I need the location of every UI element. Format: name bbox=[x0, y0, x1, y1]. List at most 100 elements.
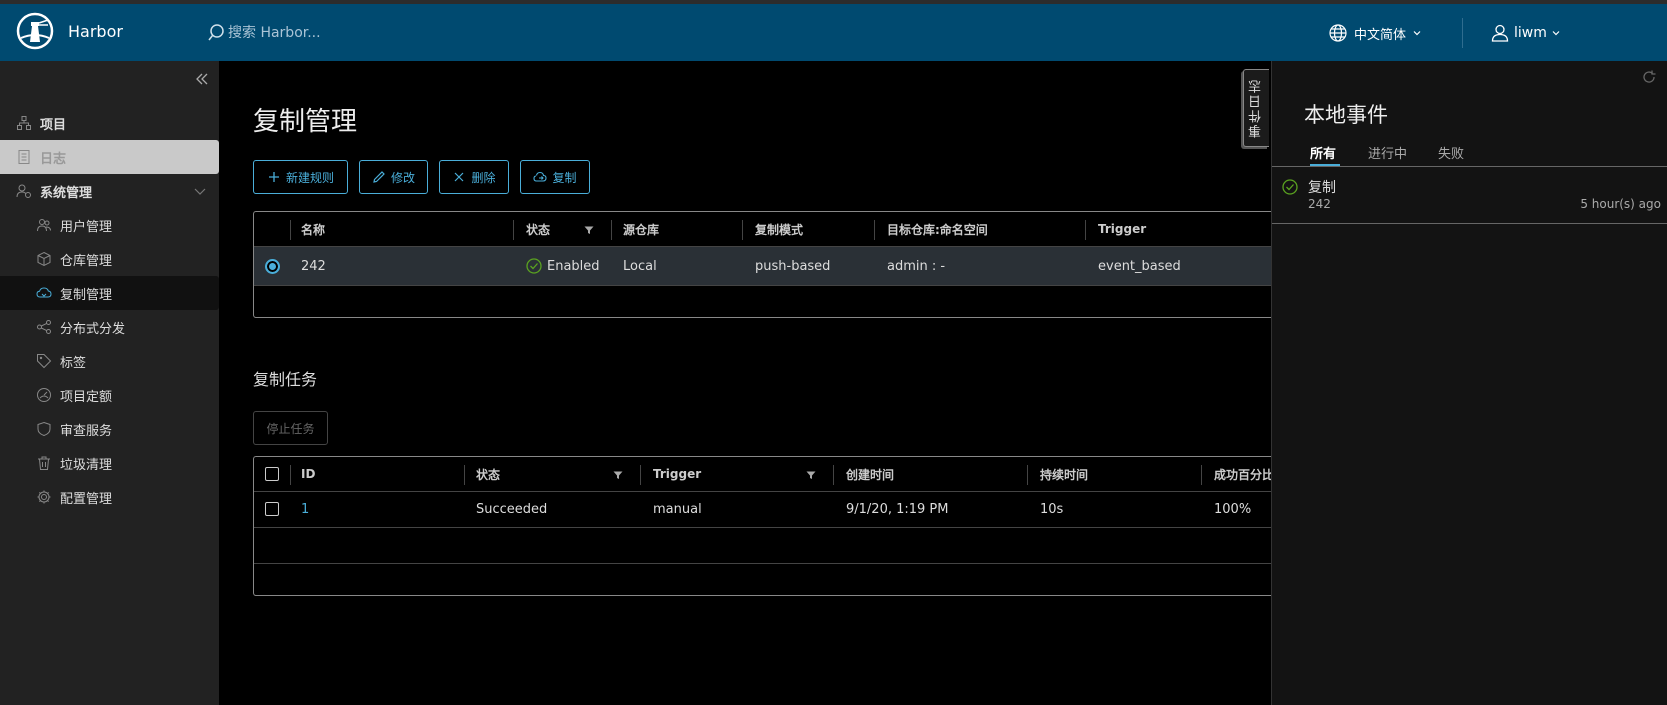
column-trigger[interactable]: Trigger bbox=[653, 457, 701, 491]
refresh-icon[interactable] bbox=[1641, 69, 1657, 85]
column-separator bbox=[742, 220, 743, 240]
close-icon bbox=[455, 172, 464, 182]
task-trigger: manual bbox=[653, 502, 702, 517]
filter-icon[interactable] bbox=[612, 469, 624, 481]
replicate-button[interactable]: 复制 bbox=[520, 160, 590, 194]
plus-icon bbox=[268, 172, 279, 182]
column-status[interactable]: 状态 bbox=[476, 457, 500, 491]
sidebar-item-label: 系统管理 bbox=[40, 185, 93, 201]
sidebar-item-replication[interactable]: 复制管理 bbox=[0, 276, 219, 310]
globe-icon bbox=[1329, 24, 1347, 42]
column-source[interactable]: 源仓库 bbox=[623, 212, 659, 246]
table-header: 名称 状态 源仓库 复制模式 目标仓库:命名空间 Trigger bbox=[254, 212, 1284, 246]
table-row[interactable]: 1 Succeeded manual 9/1/20, 1:19 PM 10s 1… bbox=[254, 492, 1284, 527]
user-menu[interactable]: liwm bbox=[1490, 22, 1561, 44]
tag-icon bbox=[37, 354, 52, 369]
replication-icon bbox=[36, 287, 52, 298]
column-separator bbox=[1027, 465, 1028, 485]
gear-icon bbox=[37, 490, 51, 504]
sidebar-item-label: 审查服务 bbox=[60, 423, 113, 439]
sidebar-item-scanners[interactable]: 审查服务 bbox=[0, 412, 219, 446]
new-rule-button[interactable]: 新建规则 bbox=[253, 160, 348, 194]
replicate-label: 复制 bbox=[552, 170, 577, 185]
export-icon bbox=[533, 171, 548, 182]
row-select-radio[interactable] bbox=[265, 259, 280, 274]
admin-icon bbox=[16, 184, 31, 198]
rule-source: Local bbox=[623, 258, 657, 274]
stop-task-button[interactable]: 停止任务 bbox=[253, 411, 328, 445]
column-name[interactable]: 名称 bbox=[301, 212, 325, 246]
sidebar-item-label: 日志 bbox=[40, 151, 67, 167]
select-all-checkbox[interactable] bbox=[265, 467, 279, 481]
tab-failed[interactable]: 失败 bbox=[1438, 143, 1464, 165]
tab-all[interactable]: 所有 bbox=[1310, 143, 1336, 165]
row-divider bbox=[254, 527, 1284, 528]
check-circle-icon bbox=[526, 258, 542, 274]
sidebar-item-registry[interactable]: 仓库管理 bbox=[0, 242, 219, 276]
event-time: 5 hour(s) ago bbox=[1580, 197, 1661, 211]
filter-icon[interactable] bbox=[805, 469, 817, 481]
row-divider bbox=[254, 285, 1284, 286]
sidebar-item-label: 配置管理 bbox=[60, 491, 113, 507]
edit-label: 修改 bbox=[390, 170, 415, 185]
column-separator bbox=[874, 220, 875, 240]
sidebar-item-projects[interactable]: 项目 bbox=[0, 106, 219, 140]
rule-target: admin : - bbox=[887, 258, 946, 274]
sidebar-item-label: 项目定额 bbox=[60, 389, 113, 405]
distribution-icon bbox=[37, 320, 51, 334]
column-target[interactable]: 目标仓库:命名空间 bbox=[887, 212, 988, 246]
sidebar-item-config[interactable]: 配置管理 bbox=[0, 480, 219, 514]
rule-mode: push-based bbox=[755, 258, 831, 274]
check-circle-icon bbox=[1282, 179, 1298, 195]
event-divider bbox=[1272, 223, 1667, 224]
column-duration[interactable]: 持续时间 bbox=[1040, 457, 1088, 491]
column-mode[interactable]: 复制模式 bbox=[755, 212, 803, 246]
filter-icon[interactable] bbox=[583, 224, 595, 236]
sidebar-item-gc[interactable]: 垃圾清理 bbox=[0, 446, 219, 480]
task-success-rate: 100% bbox=[1214, 502, 1252, 517]
column-status[interactable]: 状态 bbox=[526, 212, 550, 246]
column-id[interactable]: ID bbox=[301, 457, 315, 491]
sidebar-item-quota[interactable]: 项目定额 bbox=[0, 378, 219, 412]
delete-button[interactable]: 删除 bbox=[439, 160, 509, 194]
chevron-down-icon bbox=[1413, 31, 1421, 36]
quota-icon bbox=[37, 388, 51, 402]
search-icon bbox=[208, 24, 224, 41]
sidebar-item-label: 标签 bbox=[60, 355, 87, 371]
harbor-logo-icon[interactable] bbox=[16, 12, 54, 50]
event-log-tab[interactable]: 事件日志 bbox=[1243, 69, 1269, 147]
sidebar-item-users[interactable]: 用户管理 bbox=[0, 208, 219, 242]
row-select-checkbox[interactable] bbox=[265, 502, 279, 516]
brand-name[interactable]: Harbor bbox=[68, 22, 123, 41]
events-panel: 本地事件 所有 进行中 失败 复制 242 5 hour(s) ago bbox=[1271, 61, 1667, 705]
sidebar-item-distribution[interactable]: 分布式分发 bbox=[0, 310, 219, 344]
sidebar-item-logs[interactable]: 日志 bbox=[0, 140, 219, 174]
user-icon bbox=[1491, 24, 1509, 42]
new-rule-label: 新建规则 bbox=[285, 170, 334, 185]
event-name[interactable]: 复制 bbox=[1308, 177, 1336, 197]
tasks-table: ID 状态 Trigger 创建时间 持续时间 成功百分比 1 Succeede… bbox=[253, 456, 1284, 596]
shield-icon bbox=[37, 421, 51, 437]
table-row[interactable]: 242 Enabled Local push-based admin : - e… bbox=[254, 247, 1284, 285]
event-log-tab-label: 事件日志 bbox=[1249, 78, 1264, 138]
rules-table: 名称 状态 源仓库 复制模式 目标仓库:命名空间 Trigger 242 Ena… bbox=[253, 211, 1284, 318]
column-separator bbox=[290, 220, 291, 240]
table-header: ID 状态 Trigger 创建时间 持续时间 成功百分比 bbox=[254, 457, 1284, 491]
task-created: 9/1/20, 1:19 PM bbox=[846, 502, 949, 517]
sidebar-item-tags[interactable]: 标签 bbox=[0, 344, 219, 378]
column-trigger[interactable]: Trigger bbox=[1098, 212, 1146, 246]
sidebar-item-label: 垃圾清理 bbox=[60, 457, 113, 473]
tab-in-progress[interactable]: 进行中 bbox=[1368, 143, 1407, 165]
language-selector[interactable]: 中文简体 bbox=[1328, 22, 1422, 44]
edit-button[interactable]: 修改 bbox=[359, 160, 428, 194]
search-input[interactable] bbox=[228, 20, 628, 46]
column-success-rate[interactable]: 成功百分比 bbox=[1214, 457, 1274, 491]
logs-icon bbox=[18, 150, 30, 164]
task-id-link[interactable]: 1 bbox=[301, 492, 309, 527]
panel-title: 本地事件 bbox=[1304, 103, 1388, 127]
sidebar-item-admin[interactable]: 系统管理 bbox=[0, 174, 219, 208]
collapse-sidebar-icon[interactable] bbox=[193, 70, 211, 88]
main-content: 复制管理 新建规则 修改 删除 复制 名称 状态 源仓库 复制模式 目标仓库:命… bbox=[219, 61, 1284, 705]
sidebar-item-label: 用户管理 bbox=[60, 219, 113, 235]
column-created[interactable]: 创建时间 bbox=[846, 457, 894, 491]
